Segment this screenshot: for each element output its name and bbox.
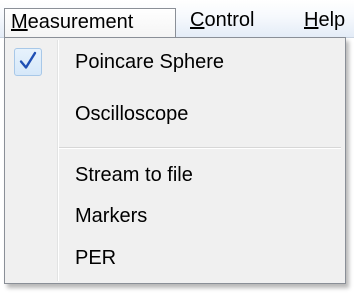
menu-item-markers[interactable]: Markers (7, 196, 343, 236)
menu-item-stream-to-file[interactable]: Stream to file (7, 155, 343, 195)
menu-help[interactable]: Help (298, 7, 351, 33)
menu-item-poincare-sphere[interactable]: Poincare Sphere (7, 42, 343, 82)
menu-item-label: Poincare Sphere (75, 51, 224, 73)
menu-bar: Measurement Control Help (0, 0, 354, 38)
checkmark-icon (19, 51, 37, 69)
menu-measurement[interactable]: Measurement (4, 8, 176, 38)
menu-separator (59, 147, 341, 149)
menu-help-accel: H (304, 9, 319, 31)
menu-item-label: Markers (75, 205, 148, 227)
application-window: Measurement Control Help Poincare Sphere… (0, 0, 354, 293)
menu-control-label: ontrol (204, 9, 255, 31)
menu-measurement-accel: M (11, 11, 28, 33)
menu-measurement-label: easurement (27, 11, 134, 33)
menu-control-accel: C (190, 9, 205, 31)
menu-item-label: PER (75, 247, 117, 269)
menu-item-label: Oscilloscope (75, 103, 189, 125)
menu-help-label: elp (318, 9, 346, 31)
measurement-dropdown-menu: Poincare Sphere Oscilloscope Stream to f… (4, 37, 346, 284)
menu-item-oscilloscope[interactable]: Oscilloscope (7, 94, 343, 134)
menu-item-label: Stream to file (75, 164, 193, 186)
menu-item-per[interactable]: PER (7, 238, 343, 278)
menu-control[interactable]: Control (184, 7, 260, 33)
